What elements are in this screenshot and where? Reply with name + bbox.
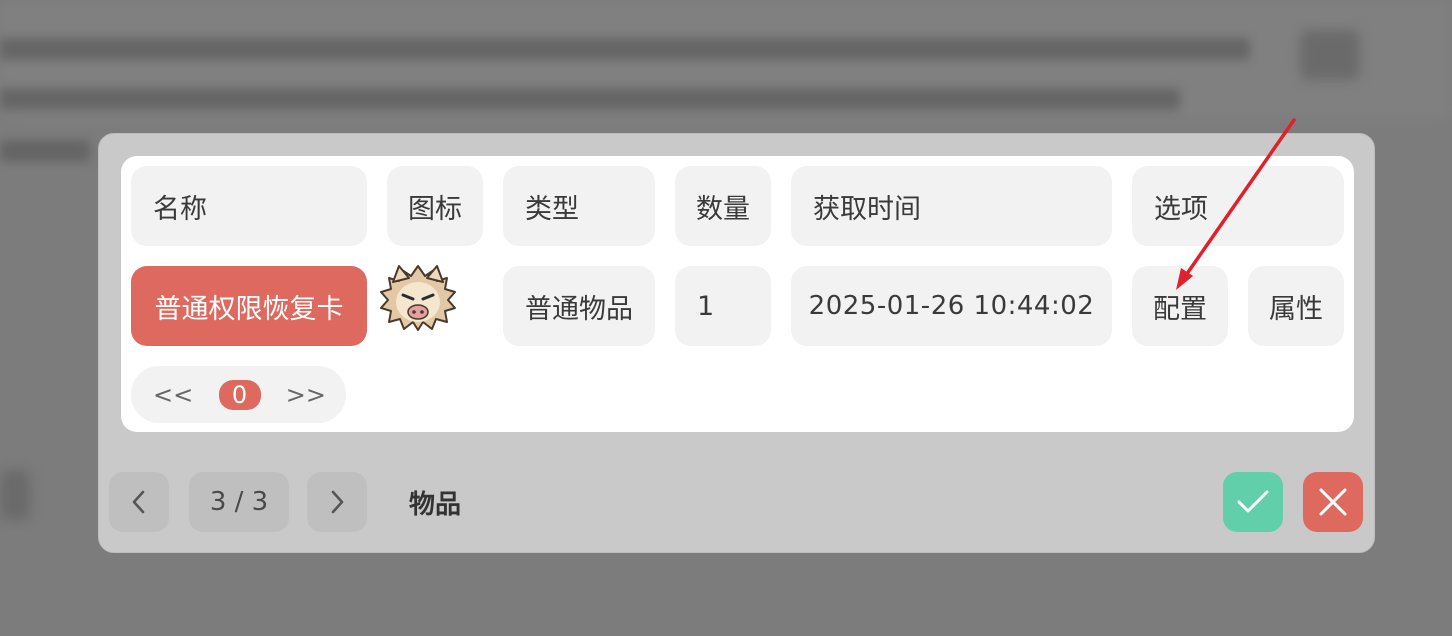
config-button[interactable]: 配置 — [1132, 266, 1228, 346]
header-acquired-time: 获取时间 — [791, 166, 1112, 246]
bg-blur-block — [0, 470, 30, 520]
header-name: 名称 — [131, 166, 367, 246]
previous-page-button[interactable] — [109, 472, 169, 532]
pagination-current-page: 0 — [218, 379, 261, 410]
cancel-button[interactable] — [1303, 472, 1363, 532]
chevron-right-icon — [331, 490, 344, 514]
items-dialog: 名称 图标 类型 数量 获取时间 选项 普通权限恢复卡 普通物品 1 2025-… — [98, 133, 1375, 553]
dialog-title: 物品 — [409, 489, 462, 520]
page-indicator: 3 / 3 — [189, 472, 289, 532]
close-icon — [1319, 488, 1347, 516]
check-icon — [1237, 490, 1269, 513]
header-options: 选项 — [1132, 166, 1344, 246]
properties-button[interactable]: 属性 — [1248, 266, 1344, 346]
confirm-button[interactable] — [1223, 472, 1283, 532]
item-name-button[interactable]: 普通权限恢复卡 — [131, 266, 367, 346]
bg-blur-text — [0, 140, 90, 162]
pagination-next-button[interactable]: >> — [286, 381, 326, 409]
item-acquired-time: 2025-01-26 10:44:02 — [791, 266, 1112, 346]
item-quantity: 1 — [675, 266, 771, 346]
boar-character-icon — [377, 262, 459, 334]
items-table: 名称 图标 类型 数量 获取时间 选项 普通权限恢复卡 普通物品 1 2025-… — [121, 156, 1354, 432]
chevron-left-icon — [132, 490, 145, 514]
table-pagination: << 0 >> — [131, 366, 346, 423]
bg-blur-text — [0, 88, 1180, 110]
header-quantity: 数量 — [675, 166, 771, 246]
bg-blur-text — [0, 38, 1250, 60]
next-page-button[interactable] — [307, 472, 367, 532]
bg-blur-block — [1300, 30, 1360, 80]
item-type: 普通物品 — [503, 266, 655, 346]
header-type: 类型 — [503, 166, 655, 246]
pagination-prev-button[interactable]: << — [153, 381, 193, 409]
header-icon: 图标 — [387, 166, 483, 246]
